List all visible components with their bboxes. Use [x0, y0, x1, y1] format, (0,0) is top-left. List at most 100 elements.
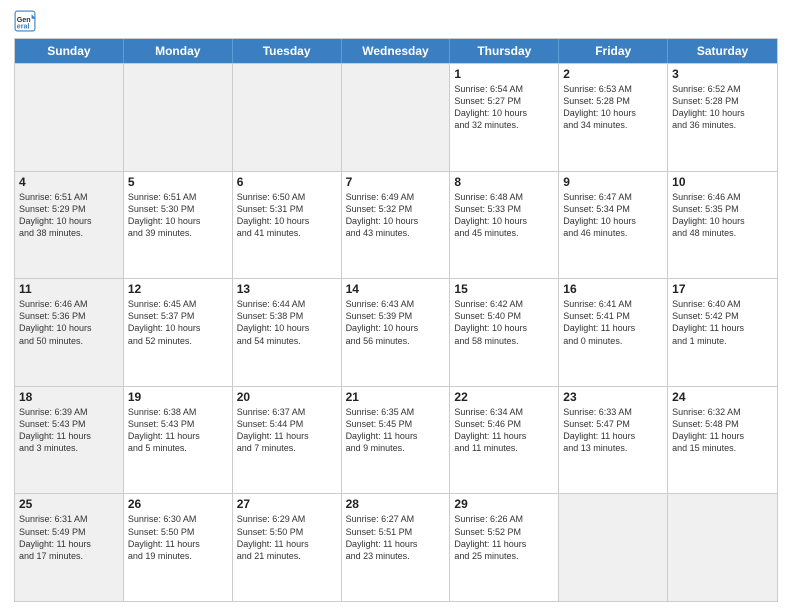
day-info: Sunrise: 6:35 AM Sunset: 5:45 PM Dayligh…	[346, 406, 446, 455]
cal-cell: 17 Sunrise: 6:40 AM Sunset: 5:42 PM Dayli…	[668, 279, 777, 386]
cal-header-day: Sunday	[15, 39, 124, 63]
cal-cell: 14 Sunrise: 6:43 AM Sunset: 5:39 PM Dayli…	[342, 279, 451, 386]
cal-week-row: 25 Sunrise: 6:31 AM Sunset: 5:49 PM Dayli…	[15, 493, 777, 601]
day-info: Sunrise: 6:31 AM Sunset: 5:49 PM Dayligh…	[19, 513, 119, 562]
cal-cell	[233, 64, 342, 171]
cal-cell: 15 Sunrise: 6:42 AM Sunset: 5:40 PM Dayli…	[450, 279, 559, 386]
day-info: Sunrise: 6:51 AM Sunset: 5:29 PM Dayligh…	[19, 191, 119, 240]
day-info: Sunrise: 6:32 AM Sunset: 5:48 PM Dayligh…	[672, 406, 773, 455]
cal-cell	[15, 64, 124, 171]
cal-cell: 25 Sunrise: 6:31 AM Sunset: 5:49 PM Dayli…	[15, 494, 124, 601]
day-number: 3	[672, 67, 773, 81]
day-info: Sunrise: 6:30 AM Sunset: 5:50 PM Dayligh…	[128, 513, 228, 562]
logo-icon: Gen eral	[14, 10, 36, 32]
day-number: 17	[672, 282, 773, 296]
cal-cell: 4 Sunrise: 6:51 AM Sunset: 5:29 PM Daylig…	[15, 172, 124, 279]
day-number: 6	[237, 175, 337, 189]
day-info: Sunrise: 6:39 AM Sunset: 5:43 PM Dayligh…	[19, 406, 119, 455]
day-info: Sunrise: 6:43 AM Sunset: 5:39 PM Dayligh…	[346, 298, 446, 347]
cal-cell: 9 Sunrise: 6:47 AM Sunset: 5:34 PM Daylig…	[559, 172, 668, 279]
page-header: Gen eral	[14, 10, 778, 32]
day-number: 25	[19, 497, 119, 511]
calendar-body: 1 Sunrise: 6:54 AM Sunset: 5:27 PM Daylig…	[15, 63, 777, 601]
day-info: Sunrise: 6:47 AM Sunset: 5:34 PM Dayligh…	[563, 191, 663, 240]
day-info: Sunrise: 6:34 AM Sunset: 5:46 PM Dayligh…	[454, 406, 554, 455]
cal-cell: 20 Sunrise: 6:37 AM Sunset: 5:44 PM Dayli…	[233, 387, 342, 494]
day-number: 9	[563, 175, 663, 189]
day-number: 22	[454, 390, 554, 404]
cal-cell: 6Sunrise: 6:50 AM Sunset: 5:31 PM Daylig…	[233, 172, 342, 279]
day-info: Sunrise: 6:51 AM Sunset: 5:30 PM Dayligh…	[128, 191, 228, 240]
day-info: Sunrise: 6:41 AM Sunset: 5:41 PM Dayligh…	[563, 298, 663, 347]
day-number: 28	[346, 497, 446, 511]
day-info: Sunrise: 6:53 AM Sunset: 5:28 PM Dayligh…	[563, 83, 663, 132]
cal-cell: 18 Sunrise: 6:39 AM Sunset: 5:43 PM Dayli…	[15, 387, 124, 494]
day-number: 26	[128, 497, 228, 511]
cal-week-row: 11 Sunrise: 6:46 AM Sunset: 5:36 PM Dayli…	[15, 278, 777, 386]
day-number: 8	[454, 175, 554, 189]
cal-header-day: Tuesday	[233, 39, 342, 63]
day-info: Sunrise: 6:52 AM Sunset: 5:28 PM Dayligh…	[672, 83, 773, 132]
day-info: Sunrise: 6:48 AM Sunset: 5:33 PM Dayligh…	[454, 191, 554, 240]
cal-header-day: Monday	[124, 39, 233, 63]
cal-cell	[124, 64, 233, 171]
svg-text:eral: eral	[17, 23, 30, 31]
day-number: 27	[237, 497, 337, 511]
day-info: Sunrise: 6:29 AM Sunset: 5:50 PM Dayligh…	[237, 513, 337, 562]
day-number: 15	[454, 282, 554, 296]
day-info: Sunrise: 6:40 AM Sunset: 5:42 PM Dayligh…	[672, 298, 773, 347]
day-info: Sunrise: 6:54 AM Sunset: 5:27 PM Dayligh…	[454, 83, 554, 132]
day-number: 18	[19, 390, 119, 404]
day-info: Sunrise: 6:37 AM Sunset: 5:44 PM Dayligh…	[237, 406, 337, 455]
cal-cell: 2 Sunrise: 6:53 AM Sunset: 5:28 PM Daylig…	[559, 64, 668, 171]
cal-cell: 11 Sunrise: 6:46 AM Sunset: 5:36 PM Dayli…	[15, 279, 124, 386]
cal-cell: 1 Sunrise: 6:54 AM Sunset: 5:27 PM Daylig…	[450, 64, 559, 171]
calendar-header: SundayMondayTuesdayWednesdayThursdayFrid…	[15, 39, 777, 63]
cal-cell: 7Sunrise: 6:49 AM Sunset: 5:32 PM Daylig…	[342, 172, 451, 279]
cal-header-day: Friday	[559, 39, 668, 63]
day-number: 29	[454, 497, 554, 511]
day-number: 4	[19, 175, 119, 189]
cal-cell: 27 Sunrise: 6:29 AM Sunset: 5:50 PM Dayli…	[233, 494, 342, 601]
day-number: 24	[672, 390, 773, 404]
day-info: Sunrise: 6:44 AM Sunset: 5:38 PM Dayligh…	[237, 298, 337, 347]
cal-cell: 21 Sunrise: 6:35 AM Sunset: 5:45 PM Dayli…	[342, 387, 451, 494]
day-info: Sunrise: 6:27 AM Sunset: 5:51 PM Dayligh…	[346, 513, 446, 562]
cal-week-row: 4 Sunrise: 6:51 AM Sunset: 5:29 PM Daylig…	[15, 171, 777, 279]
cal-cell: 19 Sunrise: 6:38 AM Sunset: 5:43 PM Dayli…	[124, 387, 233, 494]
cal-cell: 22 Sunrise: 6:34 AM Sunset: 5:46 PM Dayli…	[450, 387, 559, 494]
day-number: 21	[346, 390, 446, 404]
day-number: 19	[128, 390, 228, 404]
day-number: 5	[128, 175, 228, 189]
cal-cell: 3 Sunrise: 6:52 AM Sunset: 5:28 PM Daylig…	[668, 64, 777, 171]
day-number: 1	[454, 67, 554, 81]
day-number: 12	[128, 282, 228, 296]
day-number: 11	[19, 282, 119, 296]
day-info: Sunrise: 6:46 AM Sunset: 5:35 PM Dayligh…	[672, 191, 773, 240]
cal-cell: 26 Sunrise: 6:30 AM Sunset: 5:50 PM Dayli…	[124, 494, 233, 601]
day-number: 16	[563, 282, 663, 296]
cal-week-row: 1 Sunrise: 6:54 AM Sunset: 5:27 PM Daylig…	[15, 63, 777, 171]
cal-cell: 13 Sunrise: 6:44 AM Sunset: 5:38 PM Dayli…	[233, 279, 342, 386]
day-number: 14	[346, 282, 446, 296]
cal-cell: 23Sunrise: 6:33 AM Sunset: 5:47 PM Dayli…	[559, 387, 668, 494]
calendar: SundayMondayTuesdayWednesdayThursdayFrid…	[14, 38, 778, 602]
day-info: Sunrise: 6:42 AM Sunset: 5:40 PM Dayligh…	[454, 298, 554, 347]
day-info: Sunrise: 6:45 AM Sunset: 5:37 PM Dayligh…	[128, 298, 228, 347]
day-info: Sunrise: 6:49 AM Sunset: 5:32 PM Dayligh…	[346, 191, 446, 240]
day-info: Sunrise: 6:26 AM Sunset: 5:52 PM Dayligh…	[454, 513, 554, 562]
day-number: 2	[563, 67, 663, 81]
cal-cell: 24 Sunrise: 6:32 AM Sunset: 5:48 PM Dayli…	[668, 387, 777, 494]
day-info: Sunrise: 6:46 AM Sunset: 5:36 PM Dayligh…	[19, 298, 119, 347]
day-number: 13	[237, 282, 337, 296]
day-info: Sunrise: 6:33 AM Sunset: 5:47 PM Dayligh…	[563, 406, 663, 455]
cal-cell: 29 Sunrise: 6:26 AM Sunset: 5:52 PM Dayli…	[450, 494, 559, 601]
cal-cell: 5 Sunrise: 6:51 AM Sunset: 5:30 PM Daylig…	[124, 172, 233, 279]
cal-header-day: Saturday	[668, 39, 777, 63]
cal-cell: 16 Sunrise: 6:41 AM Sunset: 5:41 PM Dayli…	[559, 279, 668, 386]
day-info: Sunrise: 6:38 AM Sunset: 5:43 PM Dayligh…	[128, 406, 228, 455]
cal-cell: 8 Sunrise: 6:48 AM Sunset: 5:33 PM Daylig…	[450, 172, 559, 279]
day-number: 20	[237, 390, 337, 404]
cal-cell: 28 Sunrise: 6:27 AM Sunset: 5:51 PM Dayli…	[342, 494, 451, 601]
cal-header-day: Wednesday	[342, 39, 451, 63]
